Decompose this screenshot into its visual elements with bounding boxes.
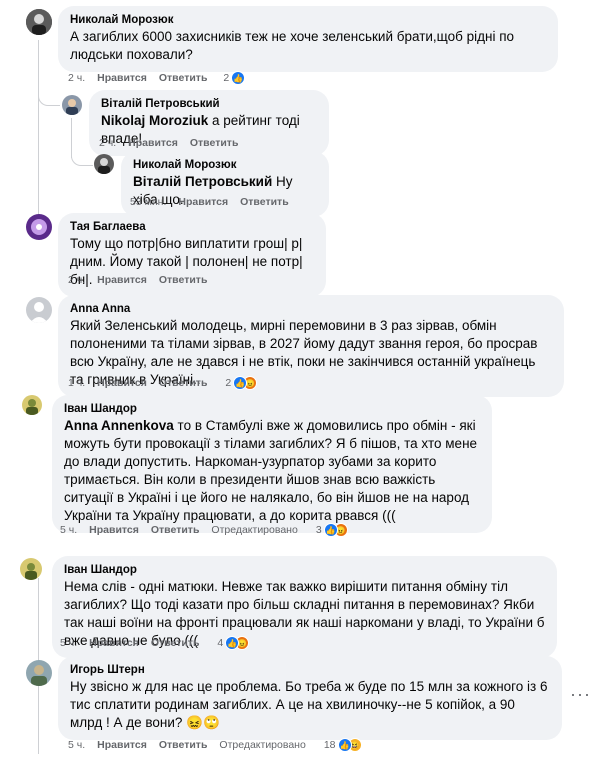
avatar[interactable] (22, 395, 42, 415)
avatar[interactable] (20, 558, 42, 580)
avatar[interactable] (94, 154, 114, 174)
comment-actions: 2 ч. Нравится Ответить (99, 137, 250, 149)
comment-author[interactable]: Віталій Петровський (101, 97, 317, 112)
reply-button[interactable]: Ответить (240, 196, 289, 208)
like-button[interactable]: Нравится (97, 739, 147, 751)
reply-button[interactable]: Ответить (159, 377, 208, 389)
comment-author[interactable]: Іван Шандор (64, 402, 480, 417)
reaction-summary[interactable]: 4 👍 😠 (217, 636, 250, 650)
comment-actions: 1 ч. Нравится Ответить 2 👍 😠 (68, 376, 258, 390)
comment-time[interactable]: 2 ч. (68, 72, 85, 84)
like-button[interactable]: Нравится (128, 137, 178, 149)
mention-link[interactable]: Anna Annenkova (64, 418, 174, 433)
comment-time[interactable]: 1 ч. (68, 377, 85, 389)
reply-button[interactable]: Ответить (159, 72, 208, 84)
thread-connector (38, 92, 60, 106)
comment-text: Ну звісно ж для нас це проблема. Бо треб… (70, 679, 548, 730)
comment-bubble: Николай Морозюк А загиблих 6000 захисник… (58, 6, 558, 72)
comment-actions: 5 ч. Нравится Ответить Отредактировано 3… (60, 523, 348, 537)
reaction-count: 4 (217, 637, 224, 649)
reply-button[interactable]: Ответить (151, 524, 200, 536)
comment-time[interactable]: 2 ч. (68, 274, 85, 286)
comment-actions: 5 ч. Нравится Ответить 4 👍 😠 (60, 636, 250, 650)
reaction-count: 3 (315, 524, 322, 536)
avatar[interactable] (26, 297, 52, 323)
comment-body: то в Стамбулі вже ж домовились про обмін… (64, 418, 478, 523)
comment-actions: 2 ч. Нравится Ответить (68, 274, 219, 286)
like-button[interactable]: Нравится (97, 377, 147, 389)
comment-author[interactable]: Николай Морозюк (133, 158, 317, 173)
like-reaction-icon: 👍 (323, 523, 338, 537)
reply-button[interactable]: Ответить (159, 274, 208, 286)
reaction-summary[interactable]: 3 👍 😠 (316, 523, 348, 537)
comment-author[interactable]: Anna Anna (70, 302, 552, 317)
reaction-summary[interactable]: 18 👍 😆 (324, 738, 362, 752)
comment-time[interactable]: 2 ч. (99, 137, 116, 149)
avatar[interactable] (26, 214, 52, 240)
reply-button[interactable]: Ответить (151, 637, 200, 649)
comment-time[interactable]: 5 ч. (68, 739, 85, 751)
edited-label[interactable]: Отредактировано (211, 524, 297, 536)
reaction-summary[interactable]: 2 👍 (223, 71, 246, 85)
like-button[interactable]: Нравится (97, 274, 147, 286)
like-button[interactable]: Нравится (89, 524, 139, 536)
comment-author[interactable]: Игорь Штерн (70, 663, 550, 678)
comment-actions: 53 мин. Нравится Ответить (130, 196, 301, 208)
comment-time[interactable]: 53 мин. (130, 196, 166, 208)
like-button[interactable]: Нравится (178, 196, 228, 208)
comment-author[interactable]: Тая Баглаева (70, 220, 314, 235)
like-reaction-icon: 👍 (337, 738, 352, 752)
avatar[interactable] (62, 95, 82, 115)
thread-connector (71, 152, 93, 166)
more-options-icon[interactable]: ··· (570, 684, 591, 705)
mention-link[interactable]: Віталій Петровський (133, 174, 272, 189)
like-reaction-icon: 👍 (231, 71, 246, 85)
reply-button[interactable]: Ответить (190, 137, 239, 149)
mention-link[interactable]: Nikolaj Moroziuk (101, 113, 208, 128)
thread-line (38, 40, 39, 220)
reply-button[interactable]: Ответить (159, 739, 208, 751)
like-button[interactable]: Нравится (97, 72, 147, 84)
comment-time[interactable]: 5 ч. (60, 637, 77, 649)
like-button[interactable]: Нравится (89, 637, 139, 649)
comment-actions: 5 ч. Нравится Ответить Отредактировано 1… (68, 738, 362, 752)
comment-text: А загиблих 6000 захисників теж не хоче з… (70, 29, 515, 62)
reaction-count: 18 (323, 739, 336, 751)
comment-bubble: Игорь Штерн Ну звісно ж для нас це пробл… (58, 656, 562, 740)
comment-author[interactable]: Николай Морозюк (70, 13, 546, 28)
avatar[interactable] (26, 660, 52, 686)
avatar[interactable] (26, 9, 52, 35)
reaction-count: 2 (223, 72, 230, 84)
comment-text: Anna Annenkova то в Стамбулі вже ж домов… (64, 417, 480, 525)
reaction-summary[interactable]: 2 👍 😠 (225, 376, 258, 390)
comment-actions: 2 ч. Нравится Ответить 2 👍 (68, 71, 246, 85)
reaction-count: 2 (225, 377, 232, 389)
comment-time[interactable]: 5 ч. (60, 524, 77, 536)
edited-label[interactable]: Отредактировано (219, 739, 305, 751)
comment-author[interactable]: Іван Шандор (64, 563, 545, 578)
comment-bubble: Іван Шандор Anna Annenkova то в Стамбулі… (52, 395, 492, 533)
